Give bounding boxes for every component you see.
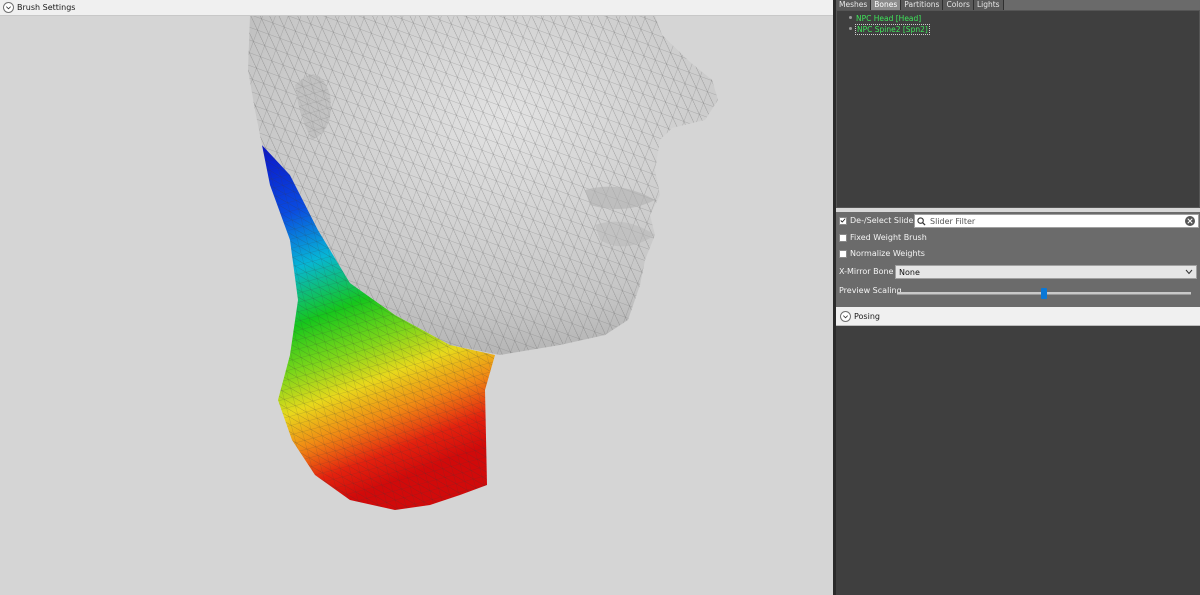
normalize-weights-row[interactable]: Normalize Weights xyxy=(839,249,925,258)
preview-scaling-label: Preview Scaling xyxy=(839,286,902,295)
tab-lights[interactable]: Lights xyxy=(973,0,1004,10)
deselect-sliders-label: De-/Select Sliders xyxy=(850,216,921,225)
collapse-icon[interactable] xyxy=(840,310,851,322)
fixed-weight-checkbox[interactable] xyxy=(839,233,847,242)
deselect-sliders-row[interactable]: De-/Select Sliders xyxy=(839,216,921,225)
tree-bullet xyxy=(849,16,852,19)
normalize-weights-checkbox[interactable] xyxy=(839,249,847,258)
bone-label: NPC Head [Head] xyxy=(856,13,922,23)
clear-icon[interactable] xyxy=(1185,216,1195,226)
tab-bones[interactable]: Bones xyxy=(871,0,902,10)
bone-tree[interactable]: NPC Head [Head] NPC Spine2 [Spn2] xyxy=(836,10,1200,208)
fixed-weight-label: Fixed Weight Brush xyxy=(850,233,927,242)
normalize-weights-label: Normalize Weights xyxy=(850,249,925,258)
tab-partitions[interactable]: Partitions xyxy=(901,0,944,10)
chevron-down-icon xyxy=(1185,269,1193,275)
x-mirror-select[interactable]: None xyxy=(895,265,1197,279)
posing-label: Posing xyxy=(854,311,880,321)
panel-tabs: Meshes Bones Partitions Colors Lights xyxy=(836,0,1200,10)
bone-label: NPC Spine2 [Spn2] xyxy=(855,23,930,35)
head-mesh-render xyxy=(248,16,718,510)
brush-settings-header[interactable]: Brush Settings xyxy=(0,0,833,16)
search-icon xyxy=(917,216,926,226)
x-mirror-row: X-Mirror Bone xyxy=(839,267,893,276)
collapse-icon[interactable] xyxy=(3,2,14,13)
tree-bullet xyxy=(849,27,852,30)
slider-filter-field[interactable] xyxy=(914,214,1199,228)
x-mirror-label: X-Mirror Bone xyxy=(839,267,894,276)
preview-scaling-thumb[interactable] xyxy=(1041,288,1047,299)
tab-colors[interactable]: Colors xyxy=(943,0,974,10)
posing-header[interactable]: Posing xyxy=(836,307,1200,326)
fixed-weight-row[interactable]: Fixed Weight Brush xyxy=(839,233,927,242)
x-mirror-value: None xyxy=(899,267,920,277)
tree-item-npc-head[interactable]: NPC Head [Head] xyxy=(849,13,922,23)
3d-viewport[interactable]: Brush Settings xyxy=(0,0,833,595)
posing-panel xyxy=(836,326,1200,595)
brush-controls: De-/Select Sliders Fixed Weight Brush No… xyxy=(836,212,1200,307)
brush-settings-label: Brush Settings xyxy=(17,3,76,12)
tab-meshes[interactable]: Meshes xyxy=(836,0,872,10)
slider-filter-input[interactable] xyxy=(930,216,1185,226)
preview-scaling-row: Preview Scaling xyxy=(839,286,902,295)
side-panel: Meshes Bones Partitions Colors Lights NP… xyxy=(836,0,1200,595)
deselect-sliders-checkbox[interactable] xyxy=(839,216,847,225)
tree-item-npc-spine2[interactable]: NPC Spine2 [Spn2] xyxy=(849,23,930,35)
